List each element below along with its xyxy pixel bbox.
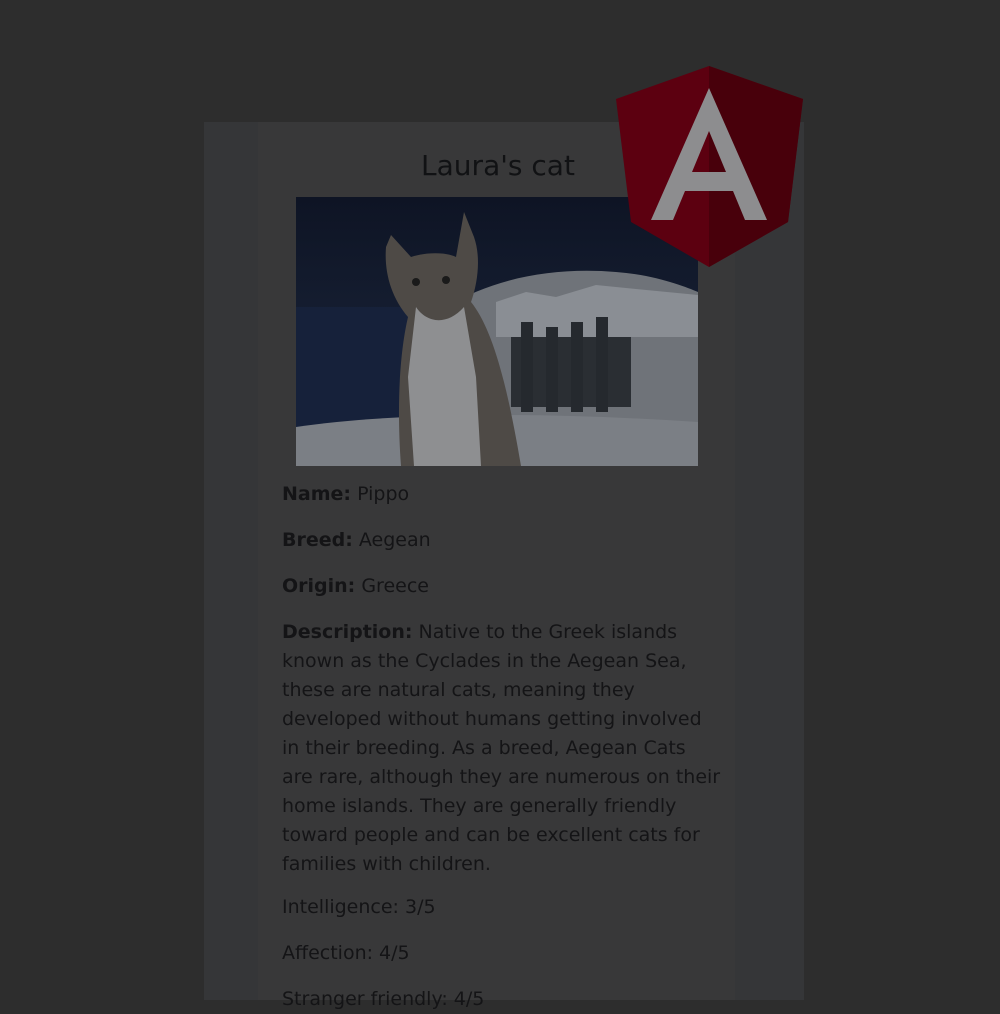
description-field: Description: Native to the Greek islands… (282, 618, 722, 879)
name-label: Name: (282, 483, 352, 505)
description-label: Description: (282, 621, 413, 643)
breed-field: Breed: Aegean (282, 526, 722, 555)
name-field: Name: Pippo (282, 480, 722, 509)
angular-logo-icon (616, 66, 803, 268)
card-title: Laura's cat (421, 149, 575, 182)
breed-label: Breed: (282, 529, 353, 551)
origin-value: Greece (361, 575, 429, 597)
breed-value: Aegean (358, 529, 431, 551)
name-value: Pippo (357, 483, 410, 505)
origin-label: Origin: (282, 575, 356, 597)
description-value: Native to the Greek islands known as the… (282, 621, 721, 875)
origin-field: Origin: Greece (282, 572, 722, 601)
affection-field: Affection: 4/5 (282, 942, 410, 964)
intelligence-field: Intelligence: 3/5 (282, 896, 436, 918)
